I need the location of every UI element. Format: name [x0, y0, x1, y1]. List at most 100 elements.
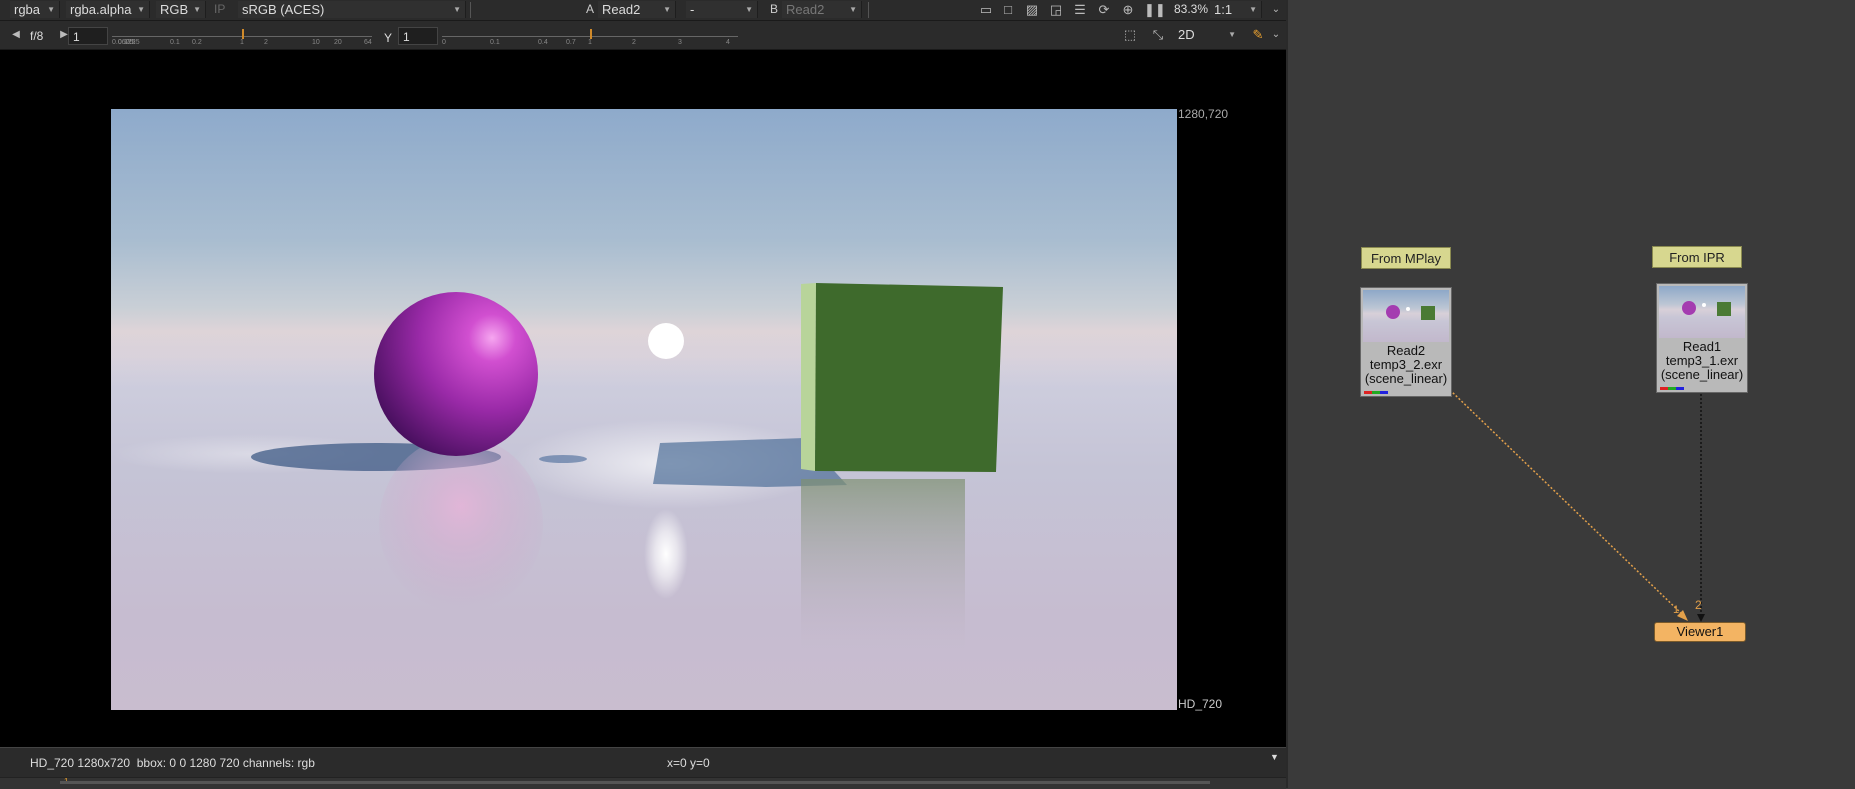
wipe-icon[interactable]: ◲	[1048, 2, 1064, 18]
display-channels-value: RGB	[160, 2, 189, 17]
read2-label: Read2 temp3_2.exr (scene_linear)	[1361, 344, 1451, 386]
gamma-slider-handle[interactable]	[590, 29, 592, 39]
slider-tick-label: 2	[632, 39, 636, 46]
transform-handle-icon[interactable]: ⤡	[1150, 27, 1166, 43]
format-label: HD_720	[1178, 697, 1223, 711]
color-picker-icon[interactable]: ✎	[1250, 27, 1266, 43]
timeline-track[interactable]	[60, 781, 1210, 784]
slider-tick-label: 0	[442, 39, 446, 46]
viewer-panel[interactable]: rgba ▼ rgba.alpha ▼ RGB ▼ IP sRGB (ACES) ▼ A…	[0, 0, 1286, 789]
read2-to-viewer-pipe	[1449, 389, 1687, 619]
read2-colorspace: (scene_linear)	[1364, 371, 1448, 386]
alpha-channel-value: rgba.alpha	[70, 2, 132, 17]
gain-slider-handle[interactable]	[242, 29, 244, 39]
slider-tick-label: 3	[678, 39, 682, 46]
read1-file: temp3_1.exr	[1665, 353, 1739, 368]
b-input-label: B	[770, 2, 779, 16]
gain-input[interactable]: 1	[68, 27, 108, 45]
slider-tick-label: 0.7	[566, 39, 576, 46]
composite-operation-dropdown[interactable]: - ▼	[686, 1, 758, 18]
read1-node[interactable]: Read1 temp3_1.exr (scene_linear)	[1656, 283, 1748, 393]
colorspace-value: sRGB (ACES)	[242, 2, 325, 17]
expand-toolbar-icon[interactable]: ⌄	[1268, 2, 1284, 18]
read2-node[interactable]: Read2 temp3_2.exr (scene_linear)	[1360, 287, 1452, 397]
b-input-dropdown[interactable]: Read2 ▼	[782, 1, 862, 18]
slider-tick-label: 0.1	[170, 39, 180, 46]
area-light	[648, 323, 684, 359]
roi-icon[interactable]: ▭	[978, 2, 994, 18]
read2-file: temp3_2.exr	[1369, 357, 1443, 372]
expand-info-icon[interactable]: ▼	[1270, 752, 1279, 762]
light-reflection	[644, 509, 688, 599]
gamma-label: Y	[384, 31, 393, 45]
slider-tick-label: 0.25	[126, 39, 140, 46]
read1-thumbnail	[1659, 286, 1745, 338]
backdrop-from-ipr[interactable]: From IPR	[1652, 246, 1742, 268]
slider-tick-label: 64	[364, 39, 372, 46]
channels-dropdown[interactable]: rgba ▼	[10, 1, 60, 18]
slider-tick-label: 20	[334, 39, 342, 46]
zoom-level[interactable]: 83.3%	[1174, 2, 1208, 16]
slider-tick-label: 0.4	[538, 39, 548, 46]
backdrop-from-mplay[interactable]: From MPlay	[1361, 247, 1451, 269]
a-input-label: A	[586, 2, 595, 16]
slider-tick-label: 2	[264, 39, 268, 46]
view-mode-value: 2D	[1178, 27, 1195, 42]
toolbar-divider	[470, 2, 471, 18]
proxy-icon[interactable]: □	[1000, 2, 1016, 18]
viewer-toolbar-top: rgba ▼ rgba.alpha ▼ RGB ▼ IP sRGB (ACES) ▼ A…	[0, 0, 1286, 21]
viewer-status-bar: HD_720 1280x720 bbox: 0 0 1280 720 chann…	[0, 747, 1286, 778]
chevron-down-icon: ▼	[193, 5, 201, 14]
chevron-down-icon: ▼	[137, 5, 145, 14]
cube-reflection	[801, 479, 965, 649]
prev-fstop-icon[interactable]: ◀	[8, 27, 24, 43]
checker-icon[interactable]: ▨	[1024, 2, 1040, 18]
region-select-icon[interactable]: ⬚	[1122, 27, 1138, 43]
gamma-input[interactable]: 1	[398, 27, 438, 45]
rendered-image	[111, 109, 1177, 710]
chevron-down-icon: ▼	[745, 5, 753, 14]
composite-operation-value: -	[690, 2, 695, 17]
read1-label: Read1 temp3_1.exr (scene_linear)	[1657, 340, 1747, 382]
slider-tick-label: 0.1	[490, 39, 500, 46]
green-cube	[815, 283, 1003, 472]
gamma-slider[interactable]: 0 0.1 0.4 0.7 1 2 3 4	[442, 27, 738, 46]
expand-toolbar-icon[interactable]: ⌄	[1268, 27, 1284, 43]
cube-side-face	[801, 283, 816, 471]
top-right-coords: 1280,720	[1178, 107, 1229, 121]
display-channels-dropdown[interactable]: RGB ▼	[156, 1, 206, 18]
chevron-down-icon: ▼	[1249, 5, 1257, 14]
lines-icon[interactable]: ☰	[1072, 2, 1088, 18]
read2-name: Read2	[1386, 343, 1426, 358]
refresh-icon[interactable]: ⟳	[1096, 2, 1112, 18]
colorspace-dropdown[interactable]: sRGB (ACES) ▼	[238, 1, 466, 18]
arrowhead-icon	[1697, 614, 1705, 622]
slider-tick-label: 10	[312, 39, 320, 46]
channels-value: rgba	[14, 2, 41, 17]
purple-sphere	[374, 292, 538, 456]
viewer-toolbar-bottom: ◀ f/8 ▶ 1 0.0625 0.125 0.25 0.1 0.2 1 2 10 20 64 …	[0, 21, 1286, 50]
slider-tick-label: 4	[726, 39, 730, 46]
timeline-bar[interactable]: 1	[0, 777, 1286, 789]
gain-slider[interactable]: 0.0625 0.125 0.25 0.1 0.2 1 2 10 20 64	[112, 27, 372, 46]
toolbar-divider	[868, 2, 869, 18]
a-input-dropdown[interactable]: Read2 ▼	[598, 1, 676, 18]
target-icon[interactable]: ⊕	[1120, 2, 1136, 18]
viewer-input-1-label: 1	[1673, 604, 1680, 616]
view-mode-dropdown[interactable]: 2D ▼	[1174, 26, 1240, 43]
channel-indicator-icon	[1660, 387, 1684, 390]
read1-name: Read1	[1682, 339, 1722, 354]
render-scene	[111, 283, 1003, 649]
scale-ratio-dropdown[interactable]: 1:1 ▼	[1210, 1, 1262, 18]
viewer1-node[interactable]: Viewer1	[1654, 622, 1746, 642]
channel-indicator-icon	[1364, 391, 1388, 394]
chevron-down-icon: ▼	[663, 5, 671, 14]
format-info: HD_720 1280x720 bbox: 0 0 1280 720 chann…	[30, 756, 315, 770]
read1-colorspace: (scene_linear)	[1660, 367, 1744, 382]
alpha-channel-dropdown[interactable]: rgba.alpha ▼	[66, 1, 150, 18]
ip-toggle[interactable]: IP	[214, 2, 225, 16]
node-graph[interactable]: From MPlay From IPR Read2 temp3_2.exr (s…	[1288, 0, 1855, 788]
fstop-value[interactable]: f/8	[30, 29, 43, 43]
a-input-value: Read2	[602, 2, 641, 17]
pause-icon[interactable]: ❚❚	[1144, 2, 1166, 18]
